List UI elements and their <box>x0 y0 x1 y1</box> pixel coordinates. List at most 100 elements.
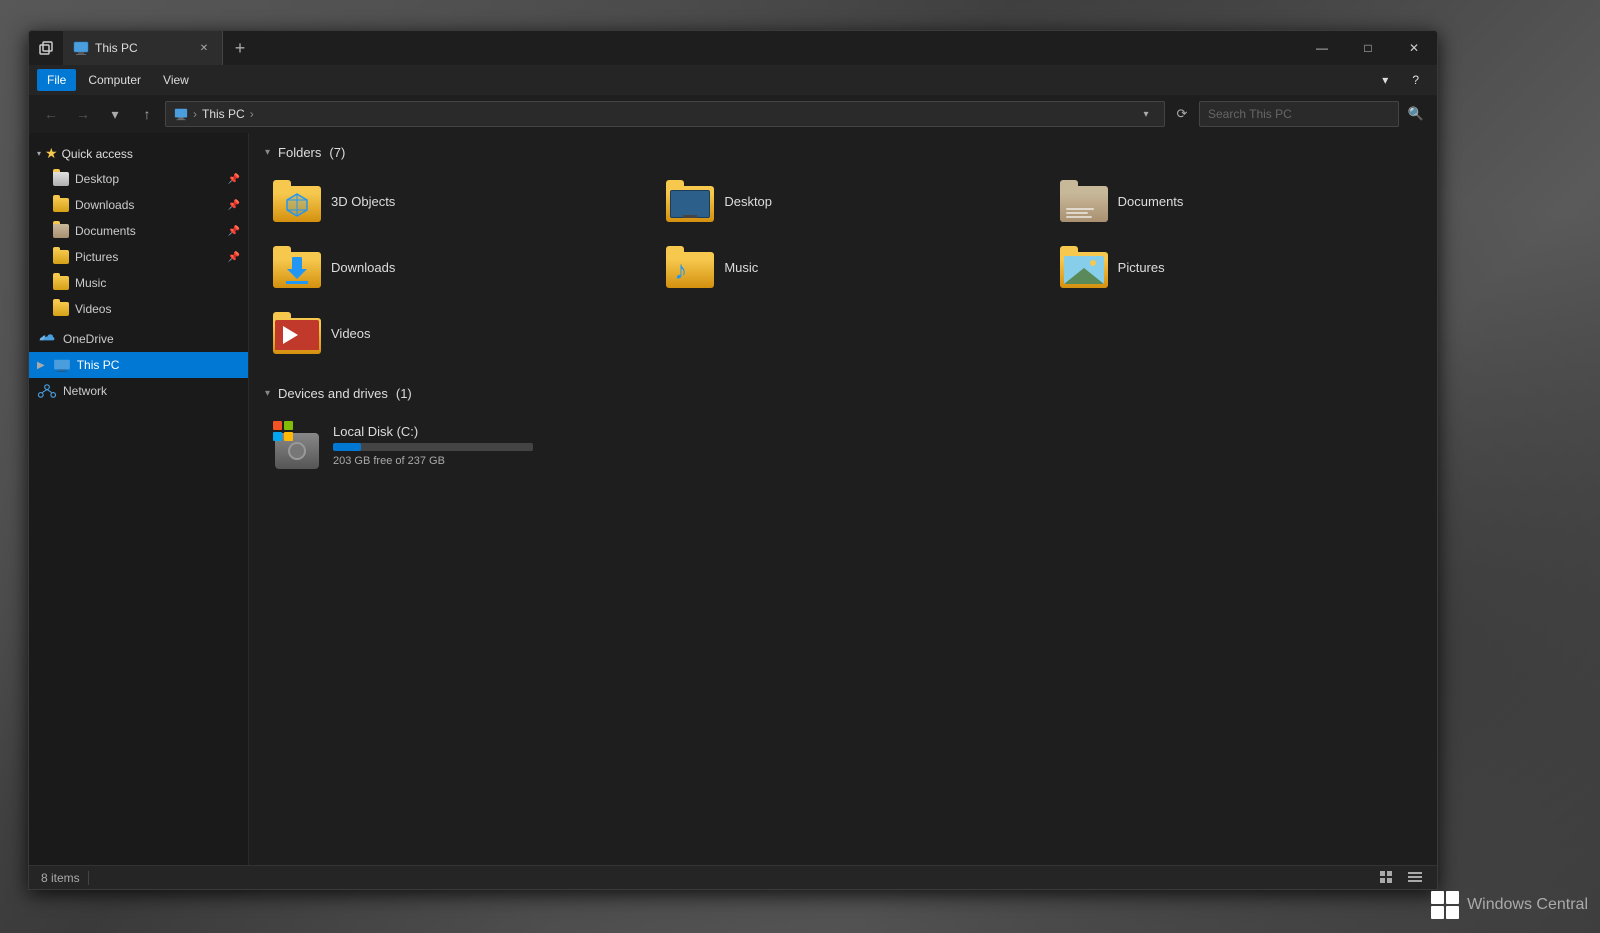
history-dropdown-button[interactable]: ▾ <box>101 100 129 128</box>
drive-c-usage-bar <box>333 443 533 451</box>
folders-count: (7) <box>329 145 345 160</box>
sidebar-quick-access-header[interactable]: ▾ ★ Quick access <box>29 141 248 166</box>
menu-help-button[interactable]: ? <box>1402 69 1429 91</box>
breadcrumb-end-separator: › <box>250 107 254 121</box>
forward-button[interactable]: → <box>69 100 97 128</box>
music-folder-icon-sm <box>53 276 69 290</box>
folder-documents-label: Documents <box>1118 194 1184 209</box>
folders-toggle[interactable]: ▾ <box>265 147 270 158</box>
quick-access-star-icon: ★ <box>45 145 58 162</box>
file-area: ▾ Folders (7) <box>249 133 1437 865</box>
folder-item-3dobjects[interactable]: 3D Objects <box>265 172 634 230</box>
status-view-buttons <box>1377 868 1425 888</box>
downloads-folder-icon <box>273 246 321 288</box>
folders-grid: 3D Objects Desktop <box>265 172 1421 362</box>
sidebar-videos-label: Videos <box>75 302 111 316</box>
onedrive-icon <box>37 332 57 346</box>
title-bar: This PC ✕ + — □ ✕ <box>29 31 1437 65</box>
thispc-expand-chevron: ▶ <box>37 360 45 371</box>
sidebar-item-onedrive[interactable]: OneDrive <box>29 326 248 352</box>
pictures-pin-icon: 📌 <box>228 252 240 263</box>
videos-folder-icon <box>273 312 321 354</box>
sidebar-item-music[interactable]: Music <box>29 270 248 296</box>
folder-downloads-label: Downloads <box>331 260 395 275</box>
pictures-folder-icon-sm <box>53 250 69 264</box>
breadcrumb-computer-icon <box>174 107 188 121</box>
sidebar-desktop-label: Desktop <box>75 172 119 186</box>
sidebar-item-videos[interactable]: Videos <box>29 296 248 322</box>
desktop-pin-icon: 📌 <box>228 174 240 185</box>
sidebar-documents-label: Documents <box>75 224 136 238</box>
breadcrumb-thispc: This PC <box>202 107 245 121</box>
drive-c-info: Local Disk (C:) 203 GB free of 237 GB <box>333 424 533 467</box>
folder-item-music[interactable]: ♪ Music <box>658 238 1027 296</box>
watermark: Windows Central <box>1429 889 1588 921</box>
folder-item-pictures[interactable]: Pictures <box>1052 238 1421 296</box>
tab-computer-icon <box>73 40 89 56</box>
address-bar[interactable]: › This PC › ▾ <box>165 101 1165 127</box>
sidebar-item-documents[interactable]: Documents 📌 <box>29 218 248 244</box>
menu-bar-right: ▾ ? <box>1372 69 1429 91</box>
menu-computer[interactable]: Computer <box>78 69 151 91</box>
menu-chevron-button[interactable]: ▾ <box>1372 69 1398 91</box>
windows-central-logo <box>1429 889 1461 921</box>
videos-folder-icon-sm <box>53 302 69 316</box>
menu-view[interactable]: View <box>153 69 199 91</box>
sidebar-section-quick-access: ▾ ★ Quick access Desktop 📌 Downloads 📌 D <box>29 141 248 322</box>
menu-file[interactable]: File <box>37 69 76 91</box>
drive-c-fill <box>333 443 361 451</box>
tab-restore-button[interactable] <box>29 31 63 65</box>
folder-item-downloads[interactable]: Downloads <box>265 238 634 296</box>
list-view-button[interactable] <box>1405 868 1425 888</box>
quick-access-chevron: ▾ <box>37 149 41 158</box>
minimize-button[interactable]: — <box>1299 31 1345 65</box>
drives-header-label: Devices and drives <box>278 386 388 401</box>
folder-item-documents[interactable]: Documents <box>1052 172 1421 230</box>
active-tab[interactable]: This PC ✕ <box>63 31 223 65</box>
folder-item-desktop[interactable]: Desktop <box>658 172 1027 230</box>
sidebar-music-label: Music <box>75 276 106 290</box>
3dobjects-folder-icon <box>273 180 321 222</box>
watermark-suffix: Central <box>1536 896 1588 913</box>
sidebar-thispc-label: This PC <box>77 358 120 372</box>
status-bar: 8 items <box>29 865 1437 889</box>
sidebar-item-downloads[interactable]: Downloads 📌 <box>29 192 248 218</box>
drive-c-icon <box>273 421 321 469</box>
sidebar-item-network[interactable]: Network <box>29 378 248 404</box>
folder-pictures-label: Pictures <box>1118 260 1165 275</box>
refresh-button[interactable]: ⟳ <box>1169 101 1195 127</box>
status-divider <box>88 871 89 885</box>
up-button[interactable]: ↑ <box>133 100 161 128</box>
watermark-brand: Windows <box>1467 896 1532 913</box>
tab-close-button[interactable]: ✕ <box>196 40 212 56</box>
window-controls: — □ ✕ <box>1299 31 1437 65</box>
desktop-folder-icon-sm <box>53 172 69 186</box>
search-placeholder-text: Search This PC <box>1208 107 1292 121</box>
sidebar-pictures-label: Pictures <box>75 250 118 264</box>
watermark-text: Windows Central <box>1467 896 1588 914</box>
address-dropdown-button[interactable]: ▾ <box>1136 104 1156 124</box>
grid-view-button[interactable] <box>1377 868 1397 888</box>
title-bar-left: This PC ✕ + <box>29 31 1299 65</box>
new-tab-button[interactable]: + <box>223 31 257 65</box>
drive-c-space: 203 GB free of 237 GB <box>333 455 533 467</box>
sidebar-item-desktop[interactable]: Desktop 📌 <box>29 166 248 192</box>
folders-section-header: ▾ Folders (7) <box>265 145 1421 160</box>
drive-item-c[interactable]: Local Disk (C:) 203 GB free of 237 GB <box>265 413 625 477</box>
documents-folder-icon-sm <box>53 224 69 238</box>
drives-toggle[interactable]: ▾ <box>265 388 270 399</box>
menu-bar: File Computer View ▾ ? <box>29 65 1437 95</box>
search-button[interactable]: 🔍 <box>1403 101 1429 127</box>
sidebar-item-pictures[interactable]: Pictures 📌 <box>29 244 248 270</box>
status-item-count: 8 items <box>41 871 80 885</box>
back-button[interactable]: ← <box>37 100 65 128</box>
search-bar[interactable]: Search This PC <box>1199 101 1399 127</box>
thispc-icon <box>53 358 71 372</box>
folder-item-videos[interactable]: Videos <box>265 304 634 362</box>
sidebar-item-thispc[interactable]: ▶ This PC <box>29 352 248 378</box>
folder-3dobjects-label: 3D Objects <box>331 194 395 209</box>
address-breadcrumb: › This PC › <box>174 107 257 121</box>
close-button[interactable]: ✕ <box>1391 31 1437 65</box>
folder-desktop-label: Desktop <box>724 194 772 209</box>
maximize-button[interactable]: □ <box>1345 31 1391 65</box>
